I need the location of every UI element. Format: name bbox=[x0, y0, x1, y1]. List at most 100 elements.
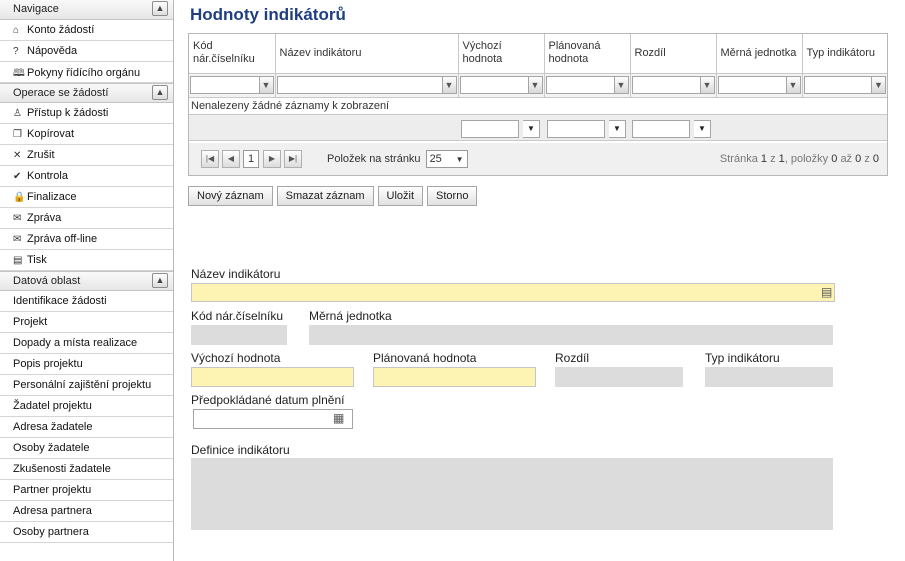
sidebar-item[interactable]: Osoby partnera bbox=[0, 522, 173, 543]
filter-input-initial[interactable] bbox=[459, 76, 529, 94]
sidebar-item-label: Adresa partnera bbox=[13, 505, 92, 517]
sidebar-item[interactable]: Adresa partnera bbox=[0, 501, 173, 522]
lock-icon: 🔒 bbox=[13, 192, 26, 203]
page-size-label: Položek na stránku bbox=[327, 153, 421, 165]
sidebar-item[interactable]: ? Nápověda bbox=[0, 41, 173, 62]
cancel-button[interactable]: Storno bbox=[427, 186, 478, 206]
delete-record-button[interactable]: Smazat záznam bbox=[276, 186, 374, 206]
filter-icon[interactable]: ▼ bbox=[528, 76, 543, 94]
sidebar-item[interactable]: Žadatel projektu bbox=[0, 396, 173, 417]
sidebar-section-header[interactable]: Navigace ▲ bbox=[0, 0, 173, 20]
planned-value-field[interactable] bbox=[373, 367, 536, 387]
sidebar-item-label: Kopírovat bbox=[27, 128, 75, 140]
sidebar-item[interactable]: Projekt bbox=[0, 312, 173, 333]
aggregate-planned-input[interactable] bbox=[547, 119, 605, 138]
filter-icon[interactable]: ▼ bbox=[786, 76, 801, 94]
book-icon: 🕮 bbox=[13, 68, 25, 79]
sidebar-item[interactable]: ✔ Kontrola bbox=[0, 166, 173, 187]
sidebar-item[interactable]: Adresa žadatele bbox=[0, 417, 173, 438]
filter-input-type[interactable] bbox=[803, 76, 872, 94]
sidebar-item-label: Tisk bbox=[27, 254, 47, 266]
filter-input-planned[interactable] bbox=[545, 76, 615, 94]
col-header-type[interactable]: Typ indikátoru bbox=[802, 34, 887, 74]
col-header-planned[interactable]: Plánovaná hodnota bbox=[544, 34, 631, 74]
col-header-name[interactable]: Název indikátoru bbox=[275, 34, 459, 74]
filter-input-code[interactable] bbox=[190, 76, 260, 94]
filter-icon[interactable]: ▼ bbox=[614, 76, 629, 94]
print-icon: ▤ bbox=[13, 255, 23, 266]
user-access-icon: ♙ bbox=[13, 108, 22, 119]
filter-input-unit[interactable] bbox=[717, 76, 787, 94]
filter-input-diff[interactable] bbox=[631, 76, 701, 94]
chevron-down-icon[interactable]: ▼ bbox=[609, 119, 626, 138]
sidebar-item-label: Popis projektu bbox=[13, 358, 83, 370]
new-record-button[interactable]: Nový záznam bbox=[188, 186, 273, 206]
sidebar-item-label: Osoby partnera bbox=[13, 526, 89, 538]
list-icon[interactable]: ▤ bbox=[821, 285, 832, 299]
sidebar-item[interactable]: ❐ Kopírovat bbox=[0, 124, 173, 145]
sidebar-item[interactable]: Partner projektu bbox=[0, 480, 173, 501]
sidebar-item[interactable]: ♙ Přístup k žádosti bbox=[0, 103, 173, 124]
sidebar-item[interactable]: ▤ Tisk bbox=[0, 250, 173, 271]
sidebar-item[interactable]: 🕮 Pokyny řídícího orgánu bbox=[0, 62, 173, 83]
initial-value-field[interactable] bbox=[191, 367, 354, 387]
message-icon: ✉ bbox=[13, 213, 22, 224]
col-header-initial[interactable]: Výchozí hodnota bbox=[458, 34, 545, 74]
empty-message: Nenalezeny žádné záznamy k zobrazení bbox=[189, 97, 887, 115]
save-button[interactable]: Uložit bbox=[377, 186, 424, 206]
col-header-unit[interactable]: Měrná jednotka bbox=[716, 34, 803, 74]
page-info-from: 0 bbox=[831, 153, 838, 165]
col-header-code[interactable]: Kód nár.číselníku bbox=[189, 34, 276, 74]
filter-row: ▼ ▼ ▼ ▼ ▼ ▼ ▼ bbox=[189, 73, 887, 98]
chevron-down-icon[interactable]: ▼ bbox=[523, 119, 540, 138]
filter-icon[interactable]: ▼ bbox=[700, 76, 715, 94]
chevron-up-icon[interactable]: ▲ bbox=[152, 273, 168, 288]
planned-value-label: Plánovaná hodnota bbox=[373, 351, 477, 365]
filter-input-name[interactable] bbox=[276, 76, 443, 94]
sidebar-item[interactable]: 🔒 Finalizace bbox=[0, 187, 173, 208]
sidebar-item[interactable]: ⌂ Konto žádostí bbox=[0, 20, 173, 41]
sidebar-item[interactable]: Zkušenosti žadatele bbox=[0, 459, 173, 480]
sidebar-item[interactable]: Dopady a místa realizace bbox=[0, 333, 173, 354]
aggregate-row: ▼ ▼ ▼ bbox=[189, 114, 887, 141]
sidebar-item-label: Pokyny řídícího orgánu bbox=[27, 67, 141, 79]
page-size-select[interactable]: 25 ▼ bbox=[425, 150, 468, 168]
sidebar-item[interactable]: ✉ Zpráva bbox=[0, 208, 173, 229]
help-icon: ? bbox=[13, 46, 19, 57]
aggregate-initial-input[interactable] bbox=[461, 119, 519, 138]
last-page-icon[interactable]: ▶| bbox=[284, 150, 302, 168]
col-header-diff[interactable]: Rozdíl bbox=[630, 34, 717, 74]
planned-date-field[interactable] bbox=[193, 409, 353, 429]
filter-icon[interactable]: ▼ bbox=[259, 76, 274, 94]
sidebar-item-label: Dopady a místa realizace bbox=[13, 337, 138, 349]
grid-toolbar: Nový záznam Smazat záznam Uložit Storno bbox=[188, 186, 478, 206]
page-number-input[interactable]: 1 bbox=[243, 150, 259, 168]
filter-icon[interactable]: ▼ bbox=[872, 76, 886, 94]
first-page-icon[interactable]: |◀ bbox=[201, 150, 219, 168]
calendar-icon[interactable]: ▦ bbox=[333, 411, 344, 425]
page-info-item-total: 0 bbox=[872, 153, 879, 165]
check-icon: ✔ bbox=[13, 171, 22, 182]
sidebar-item[interactable]: Identifikace žádosti bbox=[0, 291, 173, 312]
sidebar-section-header[interactable]: Operace se žádostí ▲ bbox=[0, 83, 173, 103]
sidebar-item[interactable]: ✉ Zpráva off-line bbox=[0, 229, 173, 250]
chevron-down-icon[interactable]: ▼ bbox=[694, 119, 711, 138]
filter-icon[interactable]: ▼ bbox=[442, 76, 457, 94]
indicator-grid: Kód nár.číselníku Název indikátoru Výcho… bbox=[188, 33, 888, 176]
code-field bbox=[191, 325, 287, 345]
sidebar-item-label: Identifikace žádosti bbox=[13, 295, 107, 307]
aggregate-diff-input[interactable] bbox=[632, 119, 690, 138]
sidebar-item[interactable]: Personální zajištění projektu bbox=[0, 375, 173, 396]
next-page-icon[interactable]: ▶ bbox=[263, 150, 281, 168]
sidebar-item-label: Partner projektu bbox=[13, 484, 92, 496]
sidebar-section-header[interactable]: Datová oblast ▲ bbox=[0, 271, 173, 291]
sidebar-item[interactable]: Popis projektu bbox=[0, 354, 173, 375]
prev-page-icon[interactable]: ◀ bbox=[222, 150, 240, 168]
chevron-up-icon[interactable]: ▲ bbox=[152, 1, 168, 16]
sidebar-item[interactable]: Osoby žadatele bbox=[0, 438, 173, 459]
chevron-up-icon[interactable]: ▲ bbox=[152, 85, 168, 100]
sidebar-item-label: Žadatel projektu bbox=[13, 400, 92, 412]
indicator-name-field[interactable] bbox=[191, 283, 835, 302]
sidebar-section-title: Datová oblast bbox=[13, 275, 81, 287]
sidebar-item[interactable]: ✕ Zrušit bbox=[0, 145, 173, 166]
